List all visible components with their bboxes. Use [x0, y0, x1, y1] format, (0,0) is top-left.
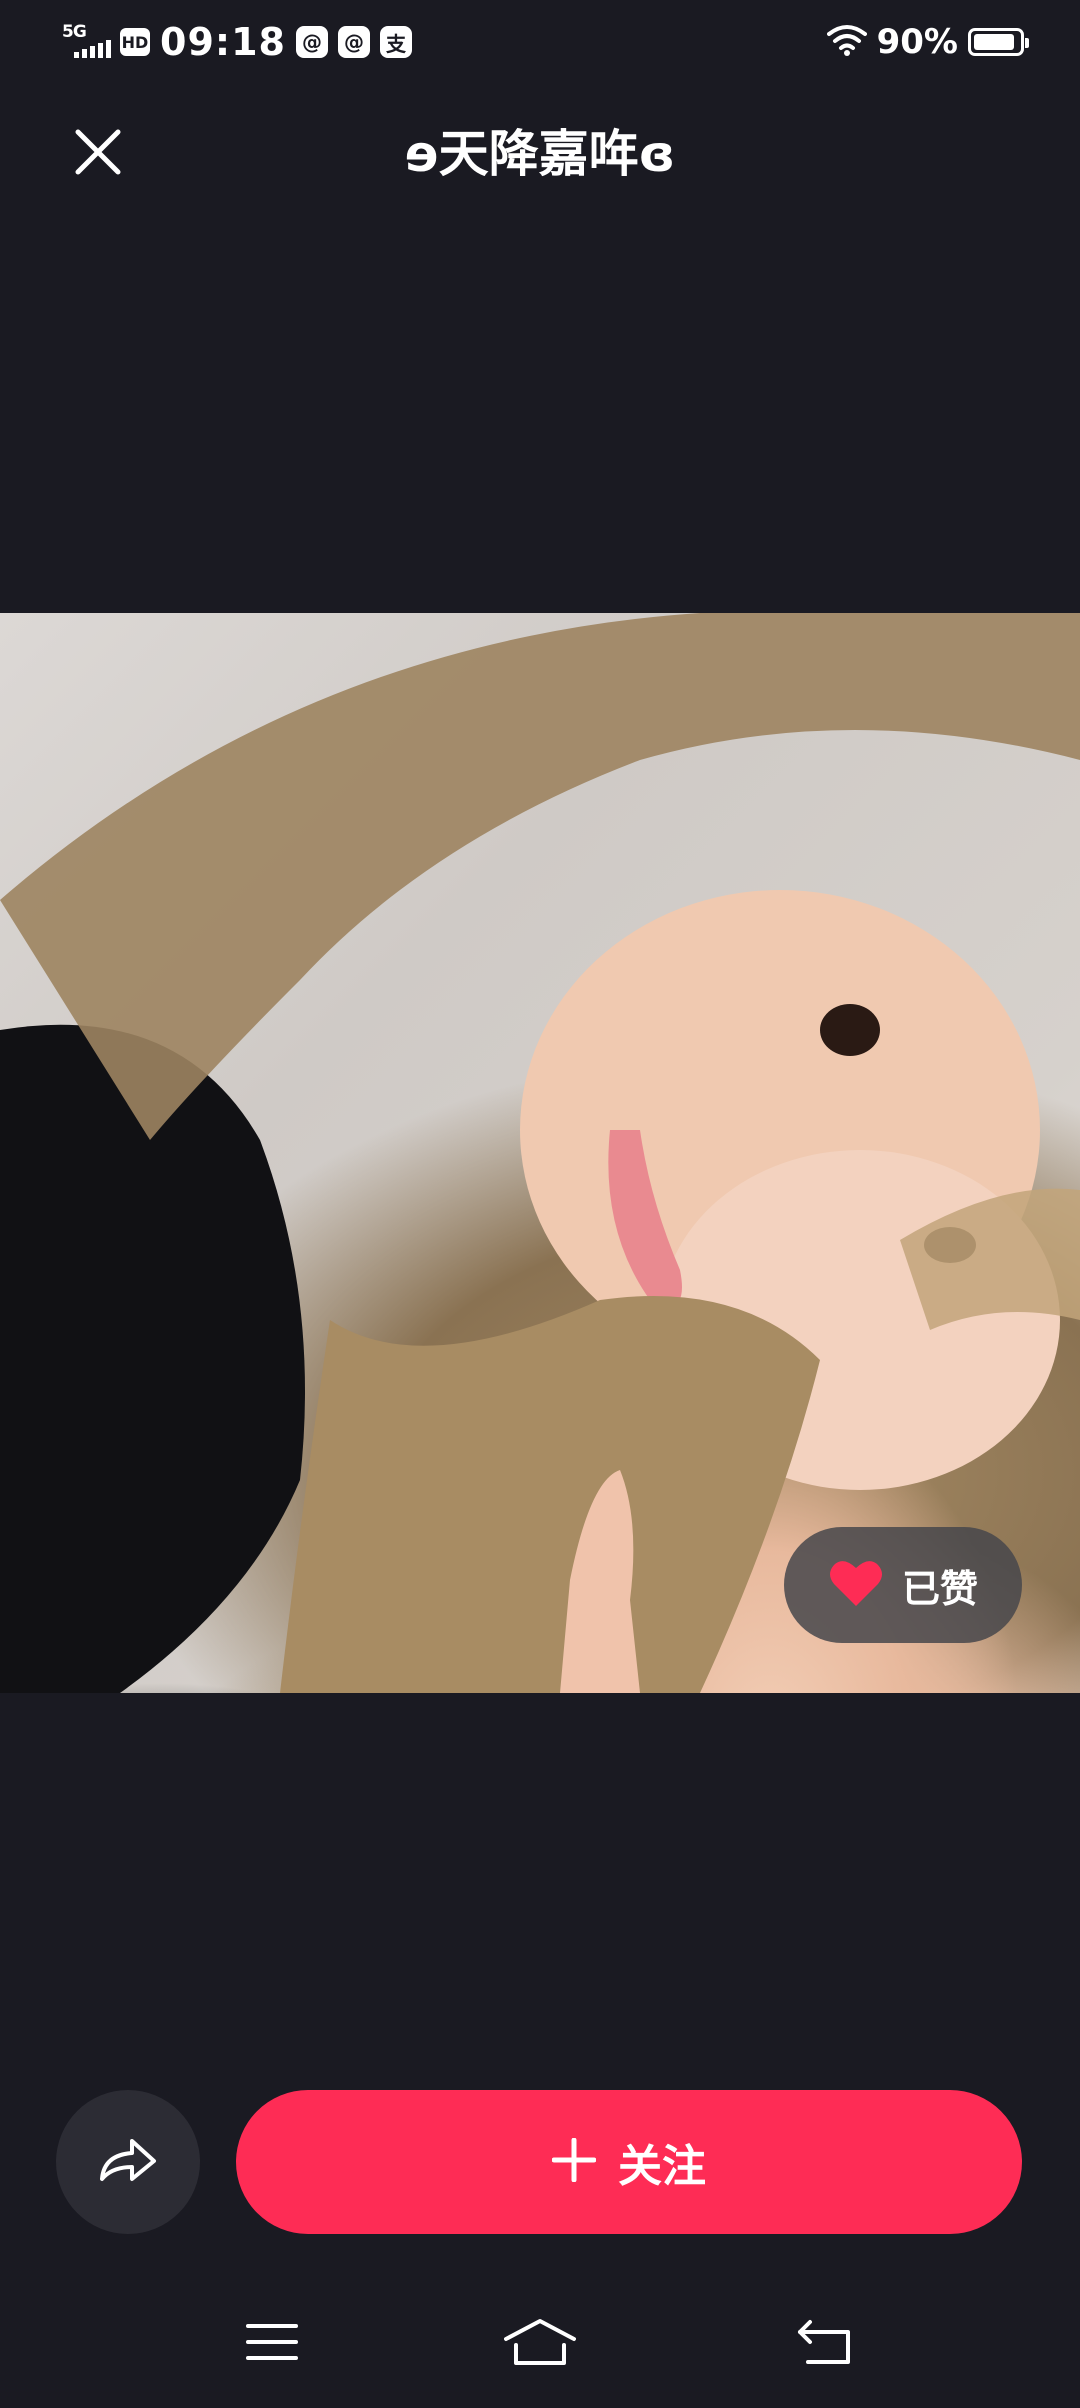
home-icon	[504, 2317, 576, 2371]
notification-app-icon: @	[337, 26, 370, 58]
liked-badge[interactable]: 已赞	[784, 1527, 1022, 1643]
home-button[interactable]	[500, 2314, 580, 2374]
share-arrow-icon	[98, 2135, 158, 2189]
close-icon	[74, 128, 122, 180]
menu-icon	[246, 2322, 298, 2366]
menu-button[interactable]	[232, 2314, 312, 2374]
plus-icon	[551, 2137, 597, 2186]
status-bar-left: 5G HD 09:18 @ @ 支	[62, 18, 412, 66]
battery-percent: 90%	[876, 22, 958, 62]
wifi-icon	[826, 24, 867, 60]
hd-badge: HD	[120, 28, 150, 56]
header: ɘ天降嘉哖ɞ	[0, 96, 1080, 206]
system-nav-bar	[0, 2290, 1080, 2400]
heart-icon	[828, 1558, 884, 1612]
page-title: ɘ天降嘉哖ɞ	[404, 125, 676, 183]
status-time: 09:18	[160, 20, 286, 64]
share-button[interactable]	[56, 2090, 200, 2234]
liked-label: 已赞	[901, 1566, 978, 1611]
follow-button[interactable]: 关注	[236, 2090, 1022, 2234]
back-icon	[796, 2318, 852, 2370]
close-button[interactable]	[60, 116, 136, 192]
status-bar: 5G HD 09:18 @ @ 支 90%	[0, 0, 1080, 84]
follow-label: 关注	[618, 2141, 706, 2192]
status-bar-right: 90%	[826, 18, 1029, 66]
notification-app-icon: @	[295, 26, 328, 58]
signal-icon: 5G	[62, 22, 111, 62]
battery-icon	[968, 28, 1029, 56]
alipay-icon: 支	[379, 26, 412, 58]
network-type: 5G	[62, 22, 87, 42]
back-button[interactable]	[784, 2314, 864, 2374]
